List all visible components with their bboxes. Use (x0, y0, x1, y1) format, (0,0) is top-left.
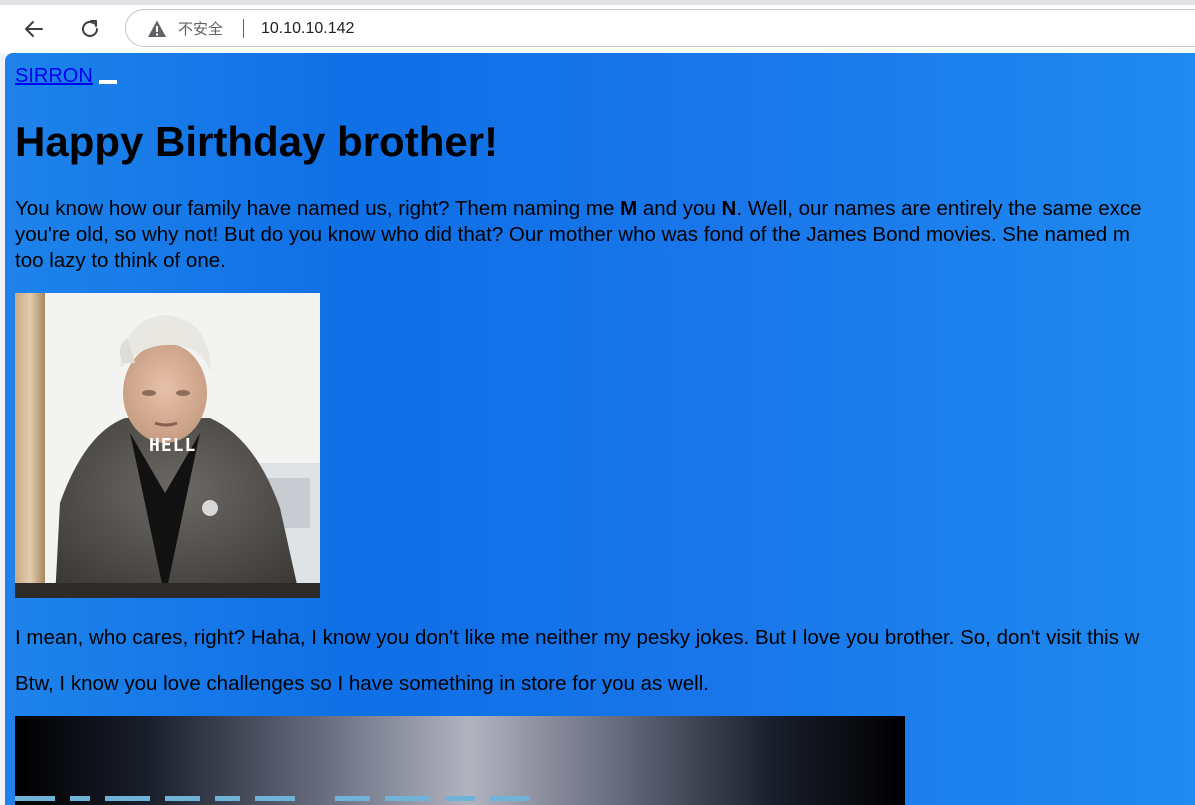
back-button[interactable] (17, 12, 51, 46)
arrow-left-icon (25, 21, 43, 37)
challenge-video[interactable] (15, 716, 905, 805)
reload-icon (82, 20, 98, 37)
top-nav: SIRRON (15, 64, 117, 88)
intro-line-2: you're old, so why not! But do you know … (15, 223, 1130, 246)
intro-paragraph: You know how our family have named us, r… (15, 196, 1142, 274)
nav-hidden-link[interactable] (98, 80, 117, 84)
reload-button[interactable] (73, 12, 107, 46)
intro-line-1a: You know how our family have named us, r… (15, 197, 621, 220)
security-status-label[interactable]: 不安全 (178, 19, 223, 39)
intro-bold-m: M (620, 197, 638, 220)
address-bar[interactable]: 不安全 10.10.10.142 (125, 9, 1195, 47)
photo-caption: HELL (149, 435, 197, 456)
nav-link-sirron[interactable]: SIRRON (15, 65, 93, 87)
page-viewport: SIRRON Happy Birthday brother! You know … (5, 53, 1195, 805)
intro-line-3: too lazy to think of one. (15, 249, 226, 272)
intro-line-1b: and you (637, 197, 722, 220)
intro-bold-n: N (721, 197, 737, 220)
url-text[interactable]: 10.10.10.142 (261, 19, 354, 39)
browser-toolbar: 不安全 10.10.10.142 (0, 5, 1195, 53)
judi-dench-gif: HELL (15, 293, 320, 598)
jokes-paragraph: I mean, who cares, right? Haha, I know y… (15, 626, 1140, 649)
intro-line-1c: . Well, our names are entirely the same … (736, 197, 1142, 220)
warning-icon[interactable] (147, 19, 167, 39)
page-title: Happy Birthday brother! (15, 118, 499, 165)
omnibox-divider (243, 19, 244, 38)
video-glitch-text (15, 796, 530, 801)
challenge-paragraph: Btw, I know you love challenges so I hav… (15, 672, 709, 695)
